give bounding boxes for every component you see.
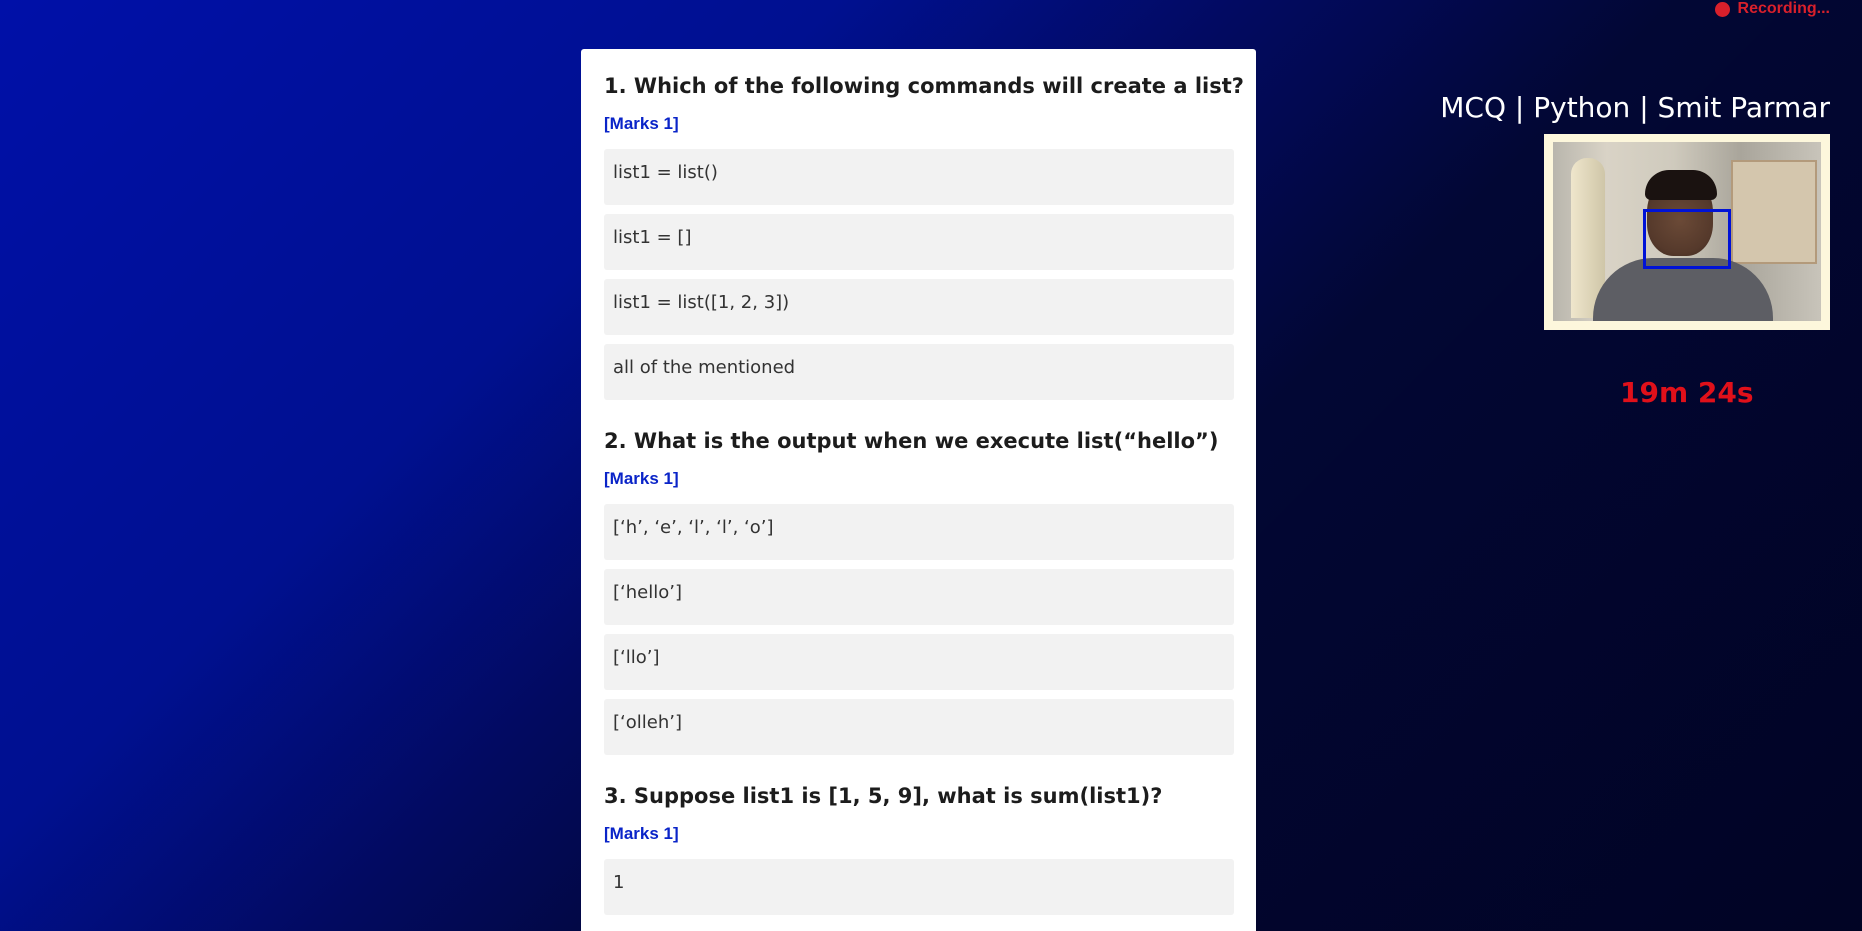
question-text: 3. Suppose list1 is [1, 5, 9], what is s…	[604, 784, 1163, 808]
webcam-feed-image	[1553, 142, 1821, 321]
question-2: 2. What is the output when we execute li…	[604, 424, 1234, 755]
question-marks: [Marks 1]	[604, 114, 679, 133]
option-1c[interactable]: list1 = list([1, 2, 3])	[604, 279, 1234, 335]
option-1a[interactable]: list1 = list()	[604, 149, 1234, 205]
recording-label: Recording...	[1737, 0, 1830, 17]
question-text: 2. What is the output when we execute li…	[604, 429, 1219, 453]
option-2d[interactable]: [‘olleh’]	[604, 699, 1234, 755]
option-3a[interactable]: 1	[604, 859, 1234, 915]
webcam-preview	[1544, 134, 1830, 330]
page: { "recording": { "label": "Recording..."…	[0, 0, 1862, 931]
quiz-title: MCQ | Python | Smit Parmar	[1440, 91, 1830, 124]
question-marks: [Marks 1]	[604, 469, 679, 488]
question-1: 1. Which of the following commands will …	[604, 69, 1244, 400]
option-1d[interactable]: all of the mentioned	[604, 344, 1234, 400]
option-2c[interactable]: [‘llo’]	[604, 634, 1234, 690]
recording-indicator: Recording...	[1714, 0, 1830, 18]
person-hair	[1645, 170, 1717, 200]
quiz-panel[interactable]: 1. Which of the following commands will …	[581, 49, 1256, 931]
question-3: 3. Suppose list1 is [1, 5, 9], what is s…	[604, 779, 1234, 915]
question-text: 1. Which of the following commands will …	[604, 74, 1244, 98]
background-shelf	[1731, 160, 1817, 264]
face-detection-box	[1643, 209, 1731, 269]
option-2a[interactable]: [‘h’, ‘e’, ‘l’, ‘l’, ‘o’]	[604, 504, 1234, 560]
recording-dot-icon	[1714, 1, 1730, 17]
countdown-timer: 19m 24s	[1620, 376, 1754, 409]
option-1b[interactable]: list1 = []	[604, 214, 1234, 270]
quiz-content: 1. Which of the following commands will …	[581, 49, 1256, 915]
option-2b[interactable]: [‘hello’]	[604, 569, 1234, 625]
question-marks: [Marks 1]	[604, 824, 679, 843]
